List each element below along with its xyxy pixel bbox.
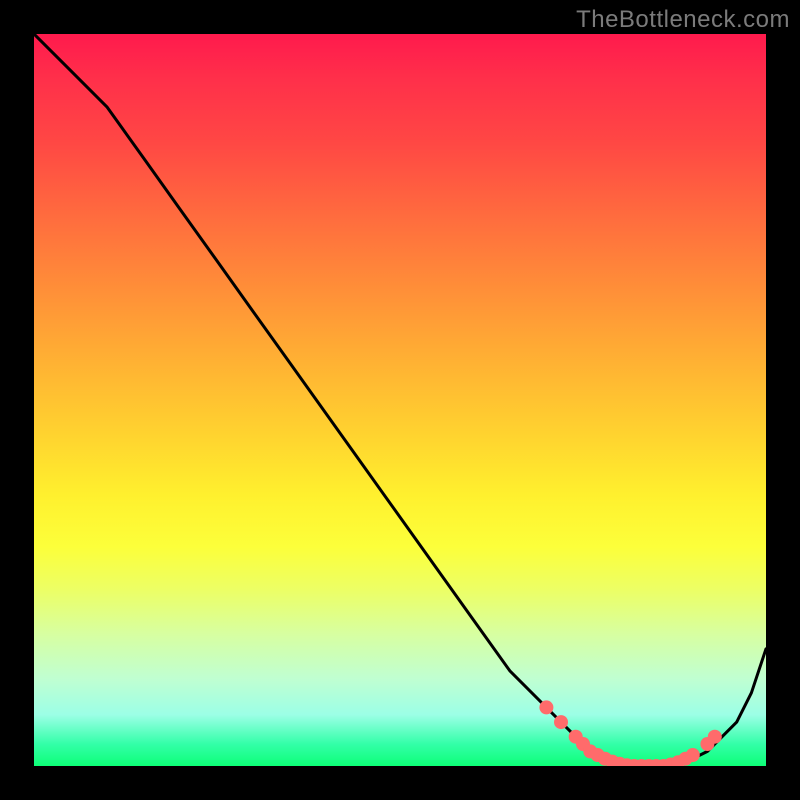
sweet-spot-points xyxy=(539,700,721,766)
sweet-spot-dot xyxy=(539,700,553,714)
chart-frame: TheBottleneck.com xyxy=(0,0,800,800)
plot-area xyxy=(34,34,766,766)
sweet-spot-dot xyxy=(554,715,568,729)
bottleneck-curve-svg xyxy=(34,34,766,766)
sweet-spot-dot xyxy=(708,730,722,744)
bottleneck-curve-path xyxy=(34,34,766,766)
watermark-text: TheBottleneck.com xyxy=(576,6,790,34)
sweet-spot-dot xyxy=(686,748,700,762)
